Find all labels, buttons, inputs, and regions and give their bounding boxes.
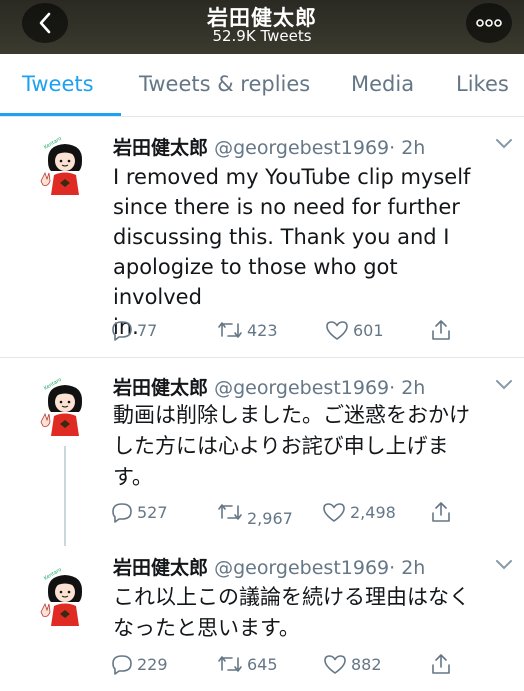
tweet-text: 動画は削除しました。ご迷惑をおかけ した方には心よりお詫び申し上げま す。 <box>113 403 470 489</box>
thread-connector <box>64 446 66 546</box>
tweet-author: 岩田健太郎 @georgebest1969· 2h <box>113 373 425 400</box>
retweet-icon <box>218 322 242 338</box>
tweet-text: I removed my YouTube clip myself since t… <box>113 165 471 339</box>
profile-header: 岩田健太郎 52.9K Tweets <box>0 0 524 54</box>
chevron-down-icon[interactable] <box>494 558 514 572</box>
username[interactable]: @georgebest1969 <box>214 377 389 399</box>
tab-tweets-and-replies[interactable]: Tweets & replies <box>139 72 310 96</box>
like-count: 601 <box>353 320 384 340</box>
timestamp[interactable]: · 2h <box>389 557 425 579</box>
display-name[interactable]: 岩田健太郎 <box>113 377 208 399</box>
timestamp[interactable]: · 2h <box>389 377 425 399</box>
avatar[interactable]: Kentaro <box>34 136 96 199</box>
reply-button[interactable]: 229 <box>111 650 168 678</box>
more-horizontal-icon <box>476 19 502 27</box>
reply-icon <box>112 503 132 523</box>
reply-count: 77 <box>137 320 158 340</box>
display-name[interactable]: 岩田健太郎 <box>113 557 208 579</box>
share-button[interactable] <box>430 650 456 678</box>
reply-icon <box>112 655 132 675</box>
heart-icon <box>323 503 345 522</box>
tweet-author: 岩田健太郎 @georgebest1969· 2h <box>113 553 425 580</box>
tab-media[interactable]: Media <box>351 72 414 96</box>
avatar[interactable]: Kentaro <box>34 377 96 440</box>
retweet-icon <box>218 656 242 672</box>
reply-icon <box>112 321 132 341</box>
tweet-actions: 77 423 601 <box>0 316 524 344</box>
retweet-count: 423 <box>247 320 278 340</box>
avatar[interactable]: Kentaro <box>34 567 96 630</box>
reply-count: 229 <box>137 654 168 674</box>
like-button[interactable]: 601 <box>325 316 384 344</box>
heart-icon <box>324 655 346 674</box>
heart-icon <box>326 321 348 340</box>
share-icon <box>432 502 450 522</box>
username[interactable]: @georgebest1969 <box>214 557 389 579</box>
tweet-count: 52.9K Tweets <box>212 27 312 45</box>
chevron-down-icon[interactable] <box>494 378 514 392</box>
tweet-text: これ以上この議論を続ける理由はなく なったと思います。 <box>113 585 470 640</box>
reply-count: 527 <box>137 502 168 522</box>
tweet-actions: 229 645 882 <box>0 650 524 678</box>
reply-button[interactable]: 77 <box>111 316 157 344</box>
tweet-actions: 527 2,967 2,498 <box>0 498 524 528</box>
like-button[interactable]: 2,498 <box>322 498 396 526</box>
share-button[interactable] <box>430 316 456 344</box>
timestamp[interactable]: · 2h <box>389 137 425 159</box>
divider <box>0 357 524 358</box>
username[interactable]: @georgebest1969 <box>214 137 389 159</box>
active-tab-indicator <box>0 113 121 116</box>
more-button[interactable] <box>466 3 512 43</box>
like-button[interactable]: 882 <box>323 650 382 678</box>
share-icon <box>432 654 450 674</box>
like-count: 882 <box>351 654 382 674</box>
retweet-button[interactable]: 2,967 <box>217 498 293 528</box>
share-icon <box>432 320 450 340</box>
retweet-button[interactable]: 423 <box>217 316 278 344</box>
share-button[interactable] <box>430 498 456 526</box>
reply-button[interactable]: 527 <box>111 498 168 526</box>
display-name[interactable]: 岩田健太郎 <box>113 137 208 159</box>
profile-tabs: Tweets Tweets & replies Media Likes <box>0 54 524 117</box>
tab-likes[interactable]: Likes <box>456 72 509 96</box>
tweet-author: 岩田健太郎 @georgebest1969· 2h <box>113 133 425 160</box>
retweet-icon <box>218 504 242 520</box>
chevron-down-icon[interactable] <box>494 137 514 151</box>
tab-tweets[interactable]: Tweets <box>22 72 94 96</box>
retweet-count: 645 <box>247 654 278 674</box>
retweet-count: 2,967 <box>247 508 293 528</box>
like-count: 2,498 <box>350 502 396 522</box>
retweet-button[interactable]: 645 <box>217 650 278 678</box>
